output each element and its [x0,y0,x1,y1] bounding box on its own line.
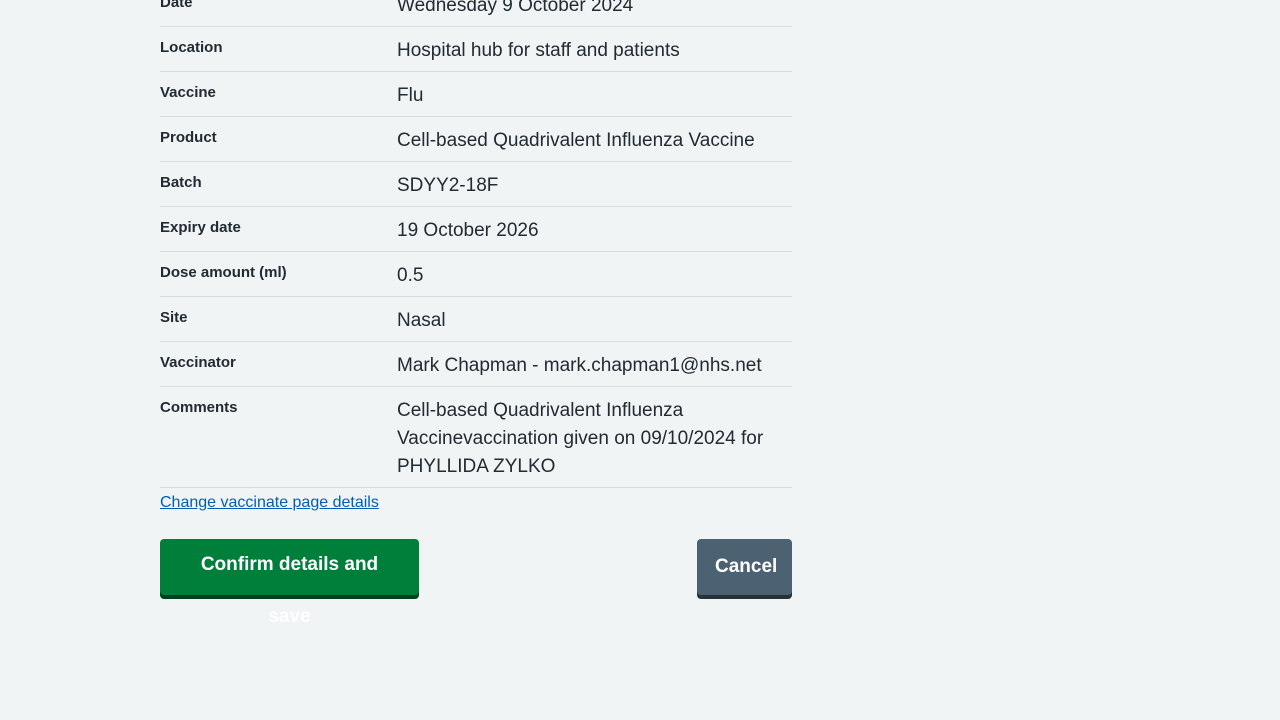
summary-value: Nasal [397,310,446,331]
summary-row-batch: Batch SDYY2-18F [160,162,792,207]
form-actions: Confirm details and save Cancel [160,539,792,627]
summary-value: Cell-based Quadrivalent Influenza Vaccin… [397,400,764,477]
summary-key: Expiry date [160,219,241,236]
summary-value: Flu [397,85,424,106]
summary-row-vaccine: Vaccine Flu [160,72,792,117]
summary-row-comments: Comments Cell-based Quadrivalent Influen… [160,387,792,488]
change-vaccinate-details-link[interactable]: Change vaccinate page details [160,494,379,512]
summary-list: Date Wednesday 9 October 2024 Location H… [160,0,792,488]
summary-value: Hospital hub for staff and patients [397,40,680,61]
summary-key: Date [160,0,193,11]
summary-key: Product [160,129,217,146]
summary-value: Wednesday 9 October 2024 [397,0,634,16]
summary-key: Site [160,309,188,326]
summary-key: Batch [160,174,202,191]
summary-row-vaccinator: Vaccinator Mark Chapman - mark.chapman1@… [160,342,792,387]
summary-row-expiry-date: Expiry date 19 October 2026 [160,207,792,252]
cancel-button[interactable]: Cancel [697,539,792,595]
summary-value: 0.5 [397,265,424,286]
confirm-and-save-button[interactable]: Confirm details and save [160,539,419,627]
summary-key: Vaccinator [160,354,236,371]
summary-key: Location [160,39,223,56]
vaccination-summary-container: Date Wednesday 9 October 2024 Location H… [160,0,792,627]
summary-value: Mark Chapman - mark.chapman1@nhs.net [397,355,762,376]
summary-key: Dose amount (ml) [160,264,287,281]
summary-value: Cell-based Quadrivalent Influenza Vaccin… [397,130,755,151]
summary-key: Comments [160,399,238,416]
summary-row-product: Product Cell-based Quadrivalent Influenz… [160,117,792,162]
summary-row-dose-amount: Dose amount (ml) 0.5 [160,252,792,297]
summary-row-date: Date Wednesday 9 October 2024 [160,0,792,27]
summary-value: SDYY2-18F [397,175,499,196]
summary-row-site: Site Nasal [160,297,792,342]
summary-value: 19 October 2026 [397,220,539,241]
summary-row-location: Location Hospital hub for staff and pati… [160,27,792,72]
summary-key: Vaccine [160,84,216,101]
